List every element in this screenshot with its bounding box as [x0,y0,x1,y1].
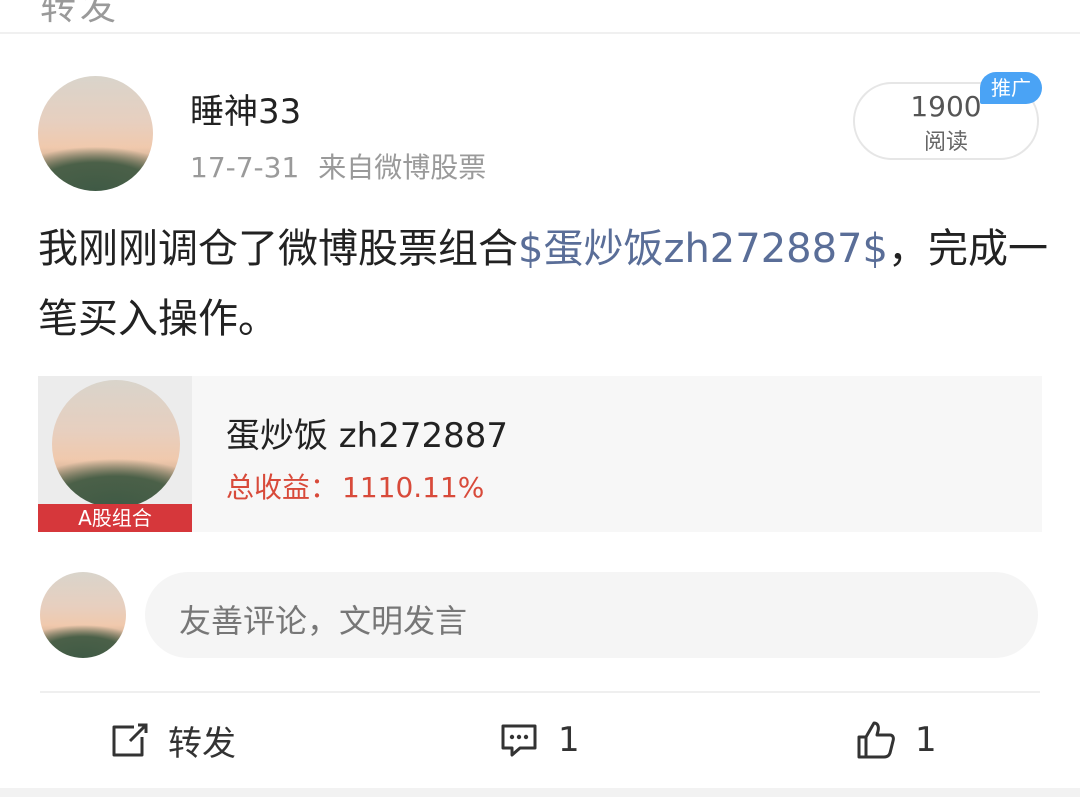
author-name[interactable]: 睡神33 [190,84,301,133]
comment-icon [501,724,537,757]
current-user-avatar [40,572,126,658]
promo-badge: 推广 [980,72,1042,104]
previous-post-edge: 转发 [0,0,1080,34]
repost-icon [112,723,148,757]
comment-input[interactable]: 友善评论，文明发言 [145,572,1038,658]
read-label: 阅读 [923,130,968,155]
post-source[interactable]: 来自微博股票 [318,151,486,184]
gain-value: 1110.11% [342,471,485,504]
comment-placeholder: 友善评论，文明发言 [179,602,468,640]
post-meta: 17-7-31 来自微博股票 [190,146,486,186]
comment-count: 1 [558,720,580,760]
post-text-before: 我刚刚调仓了微博股票组合 [38,226,518,272]
portfolio-title: 蛋炒饭 zh272887 [226,416,508,456]
portfolio-link[interactable]: $蛋炒饭zh272887$ [518,226,888,272]
like-count: 1 [915,720,937,760]
comment-button[interactable]: 1 [498,716,580,764]
post-body: 我刚刚调仓了微博股票组合$蛋炒饭zh272887$，完成一笔买入操作。 [38,214,1048,354]
like-icon [857,721,895,759]
repost-button[interactable]: 转发 [108,716,236,764]
next-post-edge [0,788,1080,797]
gain-label: 总收益： [226,471,339,504]
post-date: 17-7-31 [190,151,300,184]
like-button[interactable]: 1 [855,716,937,764]
portfolio-gain: 总收益： 1110.11% [226,466,484,506]
action-divider [40,691,1040,693]
author-avatar[interactable] [38,76,153,191]
repost-label: 转发 [168,723,236,764]
portfolio-avatar [52,380,180,508]
portfolio-tag: A股组合 [38,504,192,532]
previous-post-action-text: 转发 [40,0,121,28]
